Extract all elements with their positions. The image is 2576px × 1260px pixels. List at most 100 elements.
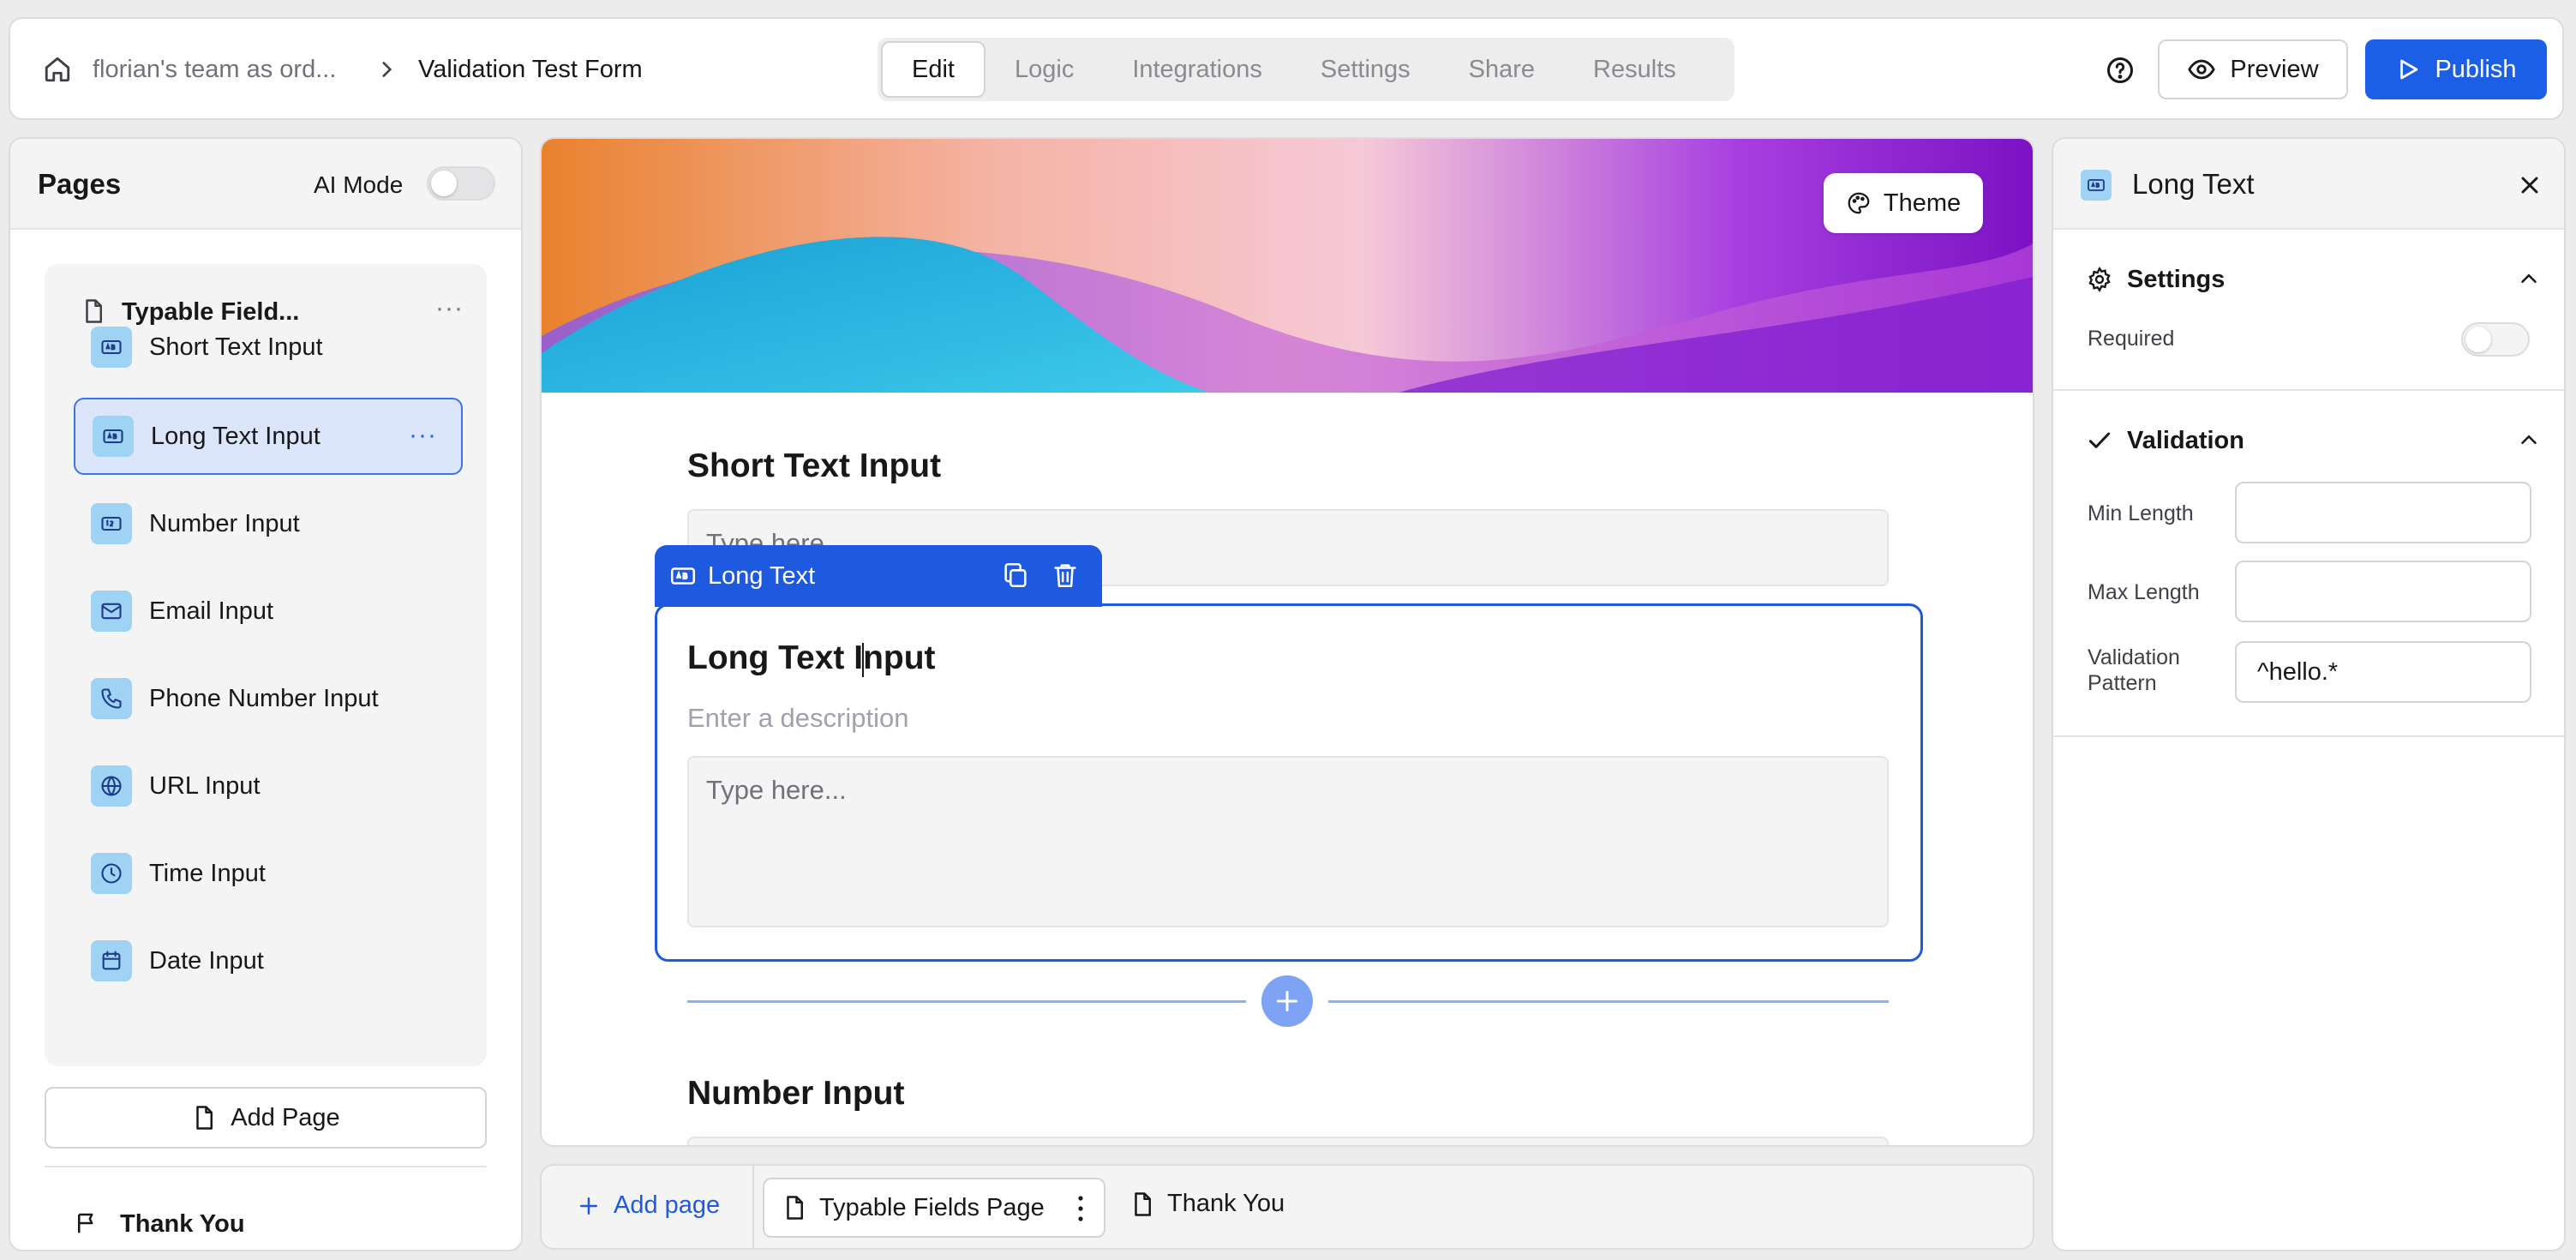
field-options-icon[interactable]: ··· — [409, 423, 437, 448]
tab-integrations[interactable]: Integrations — [1103, 41, 1291, 98]
page-tabs-bar: Add page Typable Fields Page Thank You — [540, 1164, 2034, 1250]
add-page-link-label: Add page — [614, 1191, 721, 1219]
chevron-right-icon — [375, 58, 398, 81]
number-icon — [91, 503, 132, 544]
field-long-text[interactable]: Long Text Input ··· — [74, 398, 463, 475]
theme-label: Theme — [1883, 189, 1962, 217]
description-placeholder[interactable]: Enter a description — [687, 703, 908, 734]
ai-mode-toggle[interactable] — [427, 166, 495, 201]
short-text-question-title[interactable]: Short Text Input — [687, 447, 941, 485]
number-input[interactable] — [687, 1137, 1889, 1145]
min-length-input[interactable] — [2235, 482, 2531, 543]
theme-button[interactable]: Theme — [1824, 173, 1983, 233]
label-line: Pattern — [2088, 671, 2157, 695]
title-text-start: Long Text I — [687, 639, 864, 676]
divider — [2053, 389, 2564, 391]
file-icon — [196, 1106, 213, 1130]
add-page-label: Add Page — [231, 1103, 340, 1131]
page-group: Typable Field... ··· Short Text Input Lo… — [45, 264, 487, 1066]
page-tab-typable-fields[interactable]: Typable Fields Page — [763, 1178, 1105, 1238]
ai-mode-label: AI Mode — [314, 171, 404, 198]
mail-icon — [91, 591, 132, 632]
validation-section-title[interactable]: Validation — [2127, 427, 2244, 455]
field-label: Number Input — [149, 509, 300, 537]
eye-icon — [2188, 59, 2216, 80]
field-short-text[interactable]: Short Text Input — [74, 309, 463, 386]
top-bar: florian's team as ord... Validation Test… — [9, 17, 2564, 120]
required-label: Required — [2088, 327, 2175, 351]
home-icon[interactable] — [43, 55, 72, 84]
tab-edit[interactable]: Edit — [881, 41, 985, 98]
field-label: Long Text Input — [151, 422, 321, 450]
breadcrumb-team[interactable]: florian's team as ord... — [93, 55, 336, 84]
publish-label: Publish — [2435, 55, 2517, 83]
page-tab-thank-you[interactable]: Thank You — [1129, 1190, 1285, 1218]
tab-share[interactable]: Share — [1440, 41, 1564, 98]
text-field-icon — [2081, 170, 2112, 201]
phone-icon — [91, 678, 132, 719]
pages-panel: Pages AI Mode Typable Field... ··· Short… — [9, 137, 523, 1251]
required-toggle[interactable] — [2461, 322, 2530, 357]
max-length-input[interactable] — [2235, 561, 2531, 622]
file-icon — [1135, 1191, 1151, 1216]
divider — [752, 1166, 754, 1248]
title-text-end: nput — [863, 639, 936, 676]
field-number[interactable]: Number Input — [74, 485, 463, 562]
field-label: Time Input — [149, 859, 266, 887]
flag-icon — [74, 1210, 99, 1236]
thank-you-page-item[interactable]: Thank You — [120, 1210, 245, 1239]
play-icon — [2400, 59, 2418, 80]
selected-block-tab: Long Text — [655, 545, 1102, 607]
plus-icon — [1277, 991, 1297, 1011]
field-url[interactable]: URL Input — [74, 747, 463, 825]
text-field-icon — [91, 327, 132, 368]
calendar-icon — [91, 940, 132, 981]
publish-button[interactable]: Publish — [2365, 39, 2547, 99]
validation-pattern-label: Validation Pattern — [2088, 645, 2180, 696]
hero-banner — [542, 139, 2033, 393]
long-text-input[interactable]: Type here... — [687, 756, 1889, 927]
copy-icon[interactable] — [1001, 561, 1030, 590]
field-phone[interactable]: Phone Number Input — [74, 660, 463, 737]
vertical-dots-icon[interactable] — [1076, 1193, 1085, 1224]
globe-link-icon — [91, 765, 132, 807]
label-line: Validation — [2088, 645, 2180, 669]
palette-icon — [1848, 192, 1870, 214]
tab-logic[interactable]: Logic — [985, 41, 1103, 98]
settings-section-title[interactable]: Settings — [2127, 266, 2225, 294]
help-icon[interactable] — [2105, 55, 2136, 86]
trash-icon[interactable] — [1051, 561, 1080, 590]
tab-results[interactable]: Results — [1564, 41, 1705, 98]
check-icon — [2086, 427, 2113, 454]
add-question-button[interactable] — [1261, 975, 1313, 1027]
breadcrumb-form-title[interactable]: Validation Test Form — [418, 55, 643, 84]
add-page-link[interactable]: Add page — [576, 1191, 720, 1220]
insert-divider-line — [687, 1000, 1246, 1003]
divider — [2053, 735, 2564, 737]
clock-icon — [91, 853, 132, 894]
text-field-icon — [93, 416, 134, 457]
field-email[interactable]: Email Input — [74, 573, 463, 650]
insert-divider-line — [1328, 1000, 1889, 1003]
number-question-title[interactable]: Number Input — [687, 1075, 904, 1113]
validation-pattern-input[interactable]: ^hello.* — [2235, 641, 2531, 703]
tab-settings[interactable]: Settings — [1291, 41, 1440, 98]
long-text-question-title[interactable]: Long Text Input — [687, 639, 936, 677]
preview-label: Preview — [2230, 55, 2319, 83]
properties-panel: Long Text Settings Required Validation M… — [2052, 137, 2566, 1251]
properties-panel-header: Long Text — [2053, 139, 2564, 230]
close-icon[interactable] — [2516, 171, 2543, 199]
file-icon — [787, 1196, 803, 1220]
field-label: Phone Number Input — [149, 684, 379, 712]
add-page-button[interactable]: Add Page — [45, 1087, 487, 1149]
page-tab-label: Thank You — [1167, 1190, 1285, 1217]
field-time[interactable]: Time Input — [74, 835, 463, 912]
chevron-up-icon[interactable] — [2516, 427, 2542, 453]
pages-panel-header: Pages AI Mode — [10, 139, 521, 230]
chevron-up-icon[interactable] — [2516, 266, 2542, 291]
preview-button[interactable]: Preview — [2158, 39, 2348, 99]
gear-icon — [2086, 266, 2113, 293]
min-length-label: Min Length — [2088, 501, 2194, 525]
field-date[interactable]: Date Input — [74, 922, 463, 999]
plus-icon — [580, 1197, 597, 1215]
